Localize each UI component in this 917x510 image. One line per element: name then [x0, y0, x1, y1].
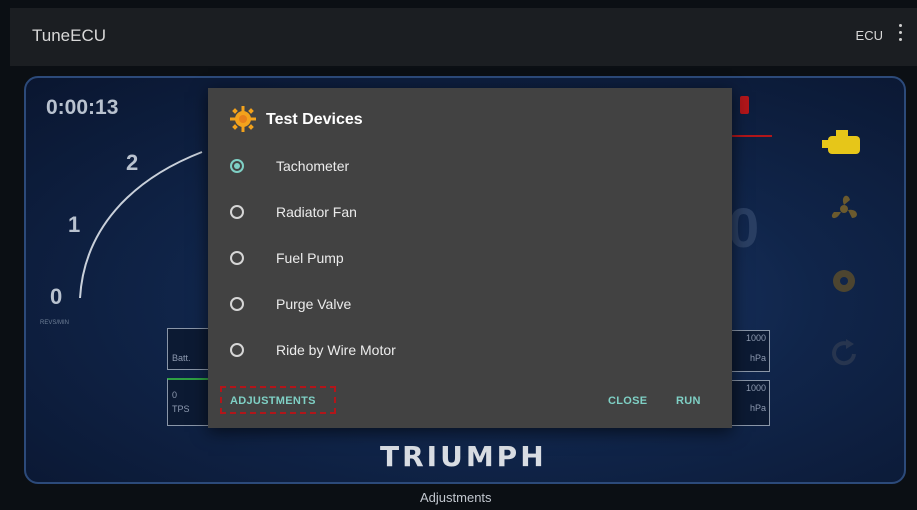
option-radiator-fan[interactable]: Radiator Fan — [230, 196, 530, 232]
ecu-menu[interactable]: ECU — [856, 28, 883, 43]
adjustments-button[interactable]: ADJUSTMENTS — [230, 395, 316, 407]
batt-label: Batt. — [172, 353, 191, 363]
run-button[interactable]: RUN — [676, 395, 701, 407]
gauge-tick: 1 — [68, 212, 81, 237]
background-digit: 0 — [728, 196, 760, 259]
gauge-tick: 0 — [50, 284, 63, 309]
option-tachometer[interactable]: Tachometer — [230, 150, 530, 186]
gauge-caption: REVS/MIN — [40, 320, 70, 326]
option-label: Ride by Wire Motor — [276, 342, 396, 358]
gear-icon[interactable] — [826, 264, 862, 298]
close-button[interactable]: CLOSE — [608, 395, 647, 407]
engine-icon[interactable] — [822, 126, 866, 160]
option-fuel-pump[interactable]: Fuel Pump — [230, 242, 530, 278]
radio-button[interactable] — [230, 251, 244, 265]
pressure-unit: hPa — [749, 353, 766, 363]
fan-icon[interactable] — [826, 192, 862, 226]
footer-label: Adjustments — [420, 490, 492, 505]
dialog-title: Test Devices — [266, 111, 363, 128]
gauge-tick: 2 — [126, 150, 139, 175]
overflow-menu-icon[interactable] — [899, 24, 903, 46]
pressure-box: 1000 hPa — [728, 380, 770, 426]
option-label: Tachometer — [276, 158, 350, 174]
warning-indicator — [740, 96, 749, 114]
option-label: Radiator Fan — [276, 204, 357, 220]
rpm-gauge-arc — [79, 151, 203, 299]
brand-logo: TRIUMPH — [380, 440, 547, 473]
app-title: TuneECU — [32, 26, 107, 45]
timer-readout: 0:00:13 — [46, 96, 119, 119]
sun-icon — [230, 106, 256, 132]
option-purge-valve[interactable]: Purge Valve — [230, 288, 530, 324]
pressure-value: 1000 — [745, 333, 766, 343]
test-devices-dialog: Test Devices Tachometer Radiator Fan Fue… — [208, 88, 732, 428]
radio-button[interactable] — [230, 297, 244, 311]
pressure-unit: hPa — [749, 403, 766, 413]
radio-button[interactable] — [230, 205, 244, 219]
radio-button[interactable] — [230, 343, 244, 357]
tps-label: TPS — [172, 404, 190, 414]
tps-value: 0 — [172, 390, 178, 400]
pressure-value: 1000 — [745, 383, 766, 393]
refresh-icon[interactable] — [826, 336, 862, 372]
pressure-box: 1000 hPa — [728, 330, 770, 372]
app-bar: TuneECU ECU — [10, 8, 917, 66]
radio-button[interactable] — [230, 159, 244, 173]
option-label: Fuel Pump — [276, 250, 344, 266]
option-label: Purge Valve — [276, 296, 352, 312]
redline-marker — [732, 135, 772, 137]
option-ride-by-wire-motor[interactable]: Ride by Wire Motor — [230, 334, 530, 370]
